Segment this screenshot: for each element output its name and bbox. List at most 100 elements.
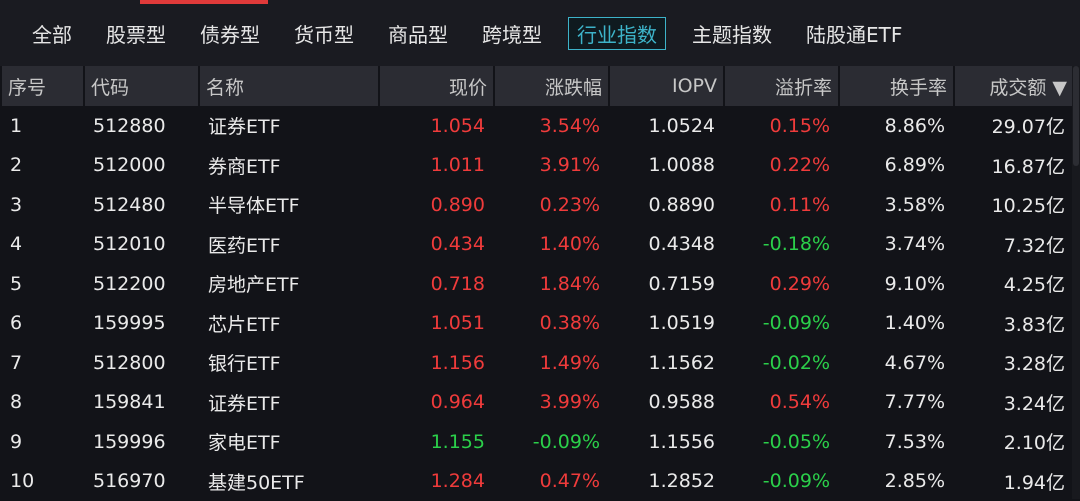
cell-price: 1.284 — [379, 462, 494, 501]
cell-volume: 1.94亿 — [954, 462, 1074, 501]
col-name[interactable]: 名称 — [199, 66, 379, 106]
cell-price: 0.718 — [379, 264, 494, 304]
cell-iopv: 1.0519 — [609, 304, 724, 344]
cell-price: 1.051 — [379, 304, 494, 344]
col-iopv[interactable]: IOPV — [609, 66, 724, 106]
cell-price: 1.155 — [379, 422, 494, 462]
tab-stock[interactable]: 股票型 — [98, 17, 174, 50]
col-price[interactable]: 现价 — [379, 66, 494, 106]
cell-code: 512880 — [84, 106, 199, 146]
cell-iopv: 1.0088 — [609, 146, 724, 186]
cell-volume: 3.83亿 — [954, 304, 1074, 344]
vertical-scrollbar[interactable] — [1072, 66, 1080, 499]
cell-premium: 0.11% — [724, 185, 839, 225]
cell-turnover: 8.86% — [839, 106, 954, 146]
cell-index: 9 — [2, 422, 84, 462]
table-row[interactable]: 3512480半导体ETF0.8900.23%0.88900.11%3.58%1… — [2, 185, 1074, 225]
cell-turnover: 7.53% — [839, 422, 954, 462]
col-turnover[interactable]: 换手率 — [839, 66, 954, 106]
cell-iopv: 1.2852 — [609, 462, 724, 501]
cell-volume: 16.87亿 — [954, 146, 1074, 186]
cell-name: 证券ETF — [199, 106, 379, 146]
cell-turnover: 2.85% — [839, 462, 954, 501]
tab-theme-index[interactable]: 主题指数 — [684, 17, 780, 50]
cell-premium: -0.18% — [724, 225, 839, 265]
cell-volume: 3.24亿 — [954, 383, 1074, 423]
cell-change: 1.40% — [494, 225, 609, 265]
cell-turnover: 4.67% — [839, 343, 954, 383]
table-row[interactable]: 8159841证券ETF0.9643.99%0.95880.54%7.77%3.… — [2, 383, 1074, 423]
cell-change: 0.47% — [494, 462, 609, 501]
cell-turnover: 3.58% — [839, 185, 954, 225]
cell-index: 4 — [2, 225, 84, 265]
tab-list: 全部 股票型 债券型 货币型 商品型 跨境型 行业指数 主题指数 陆股通ETF — [0, 0, 1080, 66]
col-premium[interactable]: 溢折率 — [724, 66, 839, 106]
tab-hk-connect-etf[interactable]: 陆股通ETF — [798, 17, 910, 50]
cell-code: 512480 — [84, 185, 199, 225]
table-row[interactable]: 9159996家电ETF1.155-0.09%1.1556-0.05%7.53%… — [2, 422, 1074, 462]
table-row[interactable]: 1512880证券ETF1.0543.54%1.05240.15%8.86%29… — [2, 106, 1074, 146]
col-volume-sort[interactable]: 成交额 ▼ — [954, 66, 1074, 106]
cell-iopv: 1.0524 — [609, 106, 724, 146]
cell-change: 3.91% — [494, 146, 609, 186]
cell-price: 1.054 — [379, 106, 494, 146]
cell-premium: -0.05% — [724, 422, 839, 462]
cell-turnover: 1.40% — [839, 304, 954, 344]
cell-index: 3 — [2, 185, 84, 225]
cell-volume: 4.25亿 — [954, 264, 1074, 304]
cell-iopv: 1.1562 — [609, 343, 724, 383]
cell-code: 512010 — [84, 225, 199, 265]
cell-price: 1.156 — [379, 343, 494, 383]
cell-change: 1.49% — [494, 343, 609, 383]
cell-index: 2 — [2, 146, 84, 186]
cell-code: 159995 — [84, 304, 199, 344]
cell-price: 1.011 — [379, 146, 494, 186]
tab-industry-index[interactable]: 行业指数 — [568, 17, 666, 50]
cell-iopv: 1.1556 — [609, 422, 724, 462]
active-indicator-line — [140, 0, 268, 4]
cell-index: 7 — [2, 343, 84, 383]
cell-iopv: 0.4348 — [609, 225, 724, 265]
table-row[interactable]: 2512000券商ETF1.0113.91%1.00880.22%6.89%16… — [2, 146, 1074, 186]
tab-commodity[interactable]: 商品型 — [380, 17, 456, 50]
cell-name: 证券ETF — [199, 383, 379, 423]
table-row[interactable]: 5512200房地产ETF0.7181.84%0.71590.29%9.10%4… — [2, 264, 1074, 304]
cell-premium: 0.54% — [724, 383, 839, 423]
cell-index: 6 — [2, 304, 84, 344]
tab-all[interactable]: 全部 — [24, 17, 80, 50]
table-row[interactable]: 7512800银行ETF1.1561.49%1.1562-0.02%4.67%3… — [2, 343, 1074, 383]
col-code[interactable]: 代码 — [84, 66, 199, 106]
tab-cross-border[interactable]: 跨境型 — [474, 17, 550, 50]
cell-index: 1 — [2, 106, 84, 146]
tab-bond[interactable]: 债券型 — [192, 17, 268, 50]
table-row[interactable]: 10516970基建50ETF1.2840.47%1.2852-0.09%2.8… — [2, 462, 1074, 501]
cell-volume: 3.28亿 — [954, 343, 1074, 383]
cell-change: 1.84% — [494, 264, 609, 304]
cell-index: 8 — [2, 383, 84, 423]
cell-name: 半导体ETF — [199, 185, 379, 225]
col-change[interactable]: 涨跌幅 — [494, 66, 609, 106]
table-row[interactable]: 6159995芯片ETF1.0510.38%1.0519-0.09%1.40%3… — [2, 304, 1074, 344]
cell-premium: -0.09% — [724, 304, 839, 344]
table-header: 序号 代码 名称 现价 涨跌幅 IOPV 溢折率 换手率 成交额 ▼ — [2, 66, 1074, 106]
scrollbar-thumb[interactable] — [1073, 66, 1079, 166]
cell-volume: 2.10亿 — [954, 422, 1074, 462]
table-row[interactable]: 4512010医药ETF0.4341.40%0.4348-0.18%3.74%7… — [2, 225, 1074, 265]
cell-index: 5 — [2, 264, 84, 304]
cell-change: 0.38% — [494, 304, 609, 344]
cell-volume: 29.07亿 — [954, 106, 1074, 146]
tab-money[interactable]: 货币型 — [286, 17, 362, 50]
col-index[interactable]: 序号 — [2, 66, 84, 106]
cell-premium: 0.29% — [724, 264, 839, 304]
etf-table: 序号 代码 名称 现价 涨跌幅 IOPV 溢折率 换手率 成交额 ▼ 15128… — [2, 66, 1075, 501]
cell-name: 房地产ETF — [199, 264, 379, 304]
category-tab-bar: 全部 股票型 债券型 货币型 商品型 跨境型 行业指数 主题指数 陆股通ETF — [0, 0, 1080, 66]
cell-premium: 0.15% — [724, 106, 839, 146]
cell-iopv: 0.9588 — [609, 383, 724, 423]
cell-change: 3.54% — [494, 106, 609, 146]
cell-index: 10 — [2, 462, 84, 501]
cell-iopv: 0.7159 — [609, 264, 724, 304]
cell-volume: 7.32亿 — [954, 225, 1074, 265]
cell-price: 0.890 — [379, 185, 494, 225]
cell-change: 3.99% — [494, 383, 609, 423]
